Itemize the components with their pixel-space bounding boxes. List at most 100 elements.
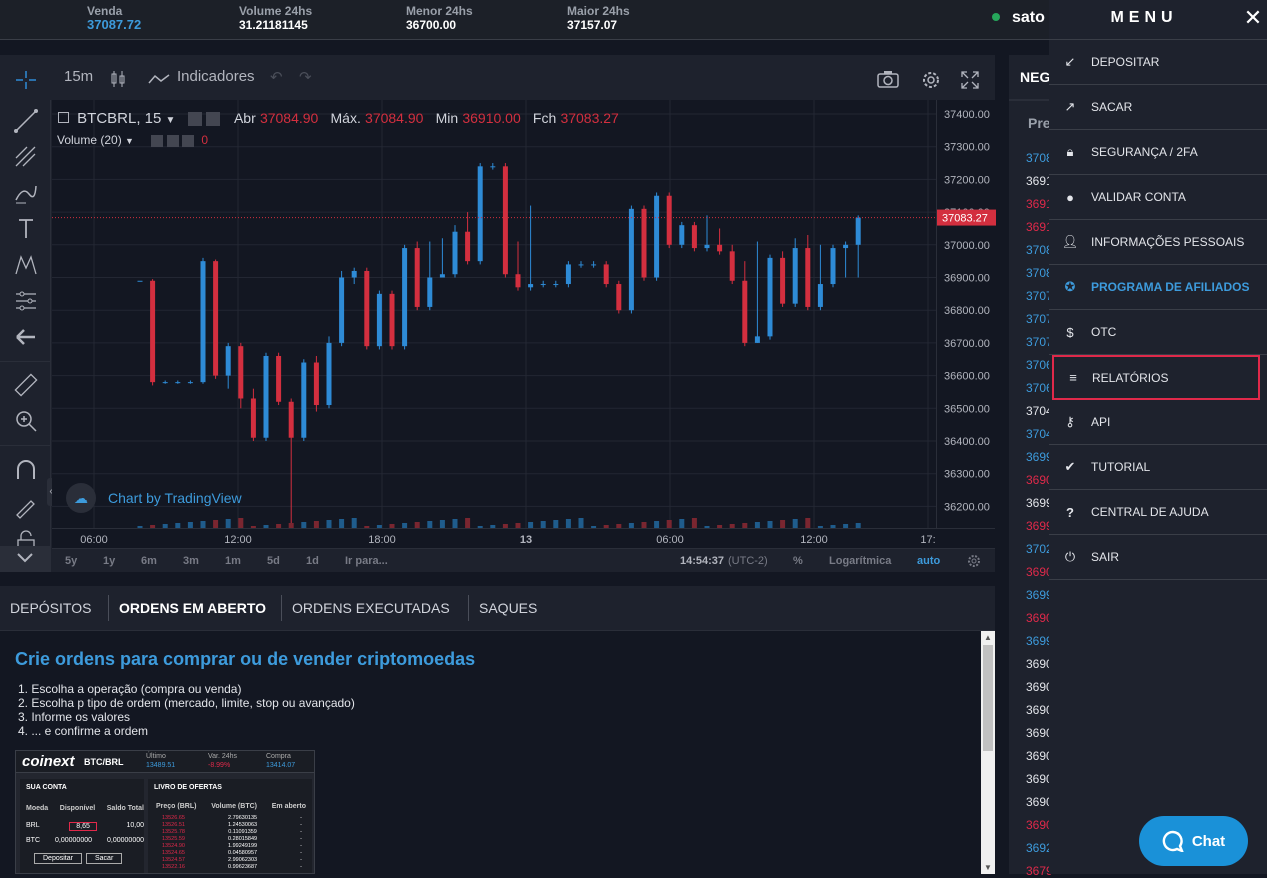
menu-item-tutorial[interactable]: ✔ TUTORIAL bbox=[1049, 445, 1267, 490]
orders-scrollbar[interactable]: ▲ ▼ bbox=[981, 631, 995, 874]
ruler-icon[interactable] bbox=[13, 372, 39, 398]
preview-depositar-button: Depositar bbox=[34, 853, 82, 864]
range-1y[interactable]: 1y bbox=[103, 555, 115, 567]
tab-ordens-executadas[interactable]: ORDENS EXECUTADAS bbox=[292, 586, 450, 631]
indicators-icon[interactable] bbox=[148, 73, 170, 85]
volume-bar bbox=[452, 519, 458, 528]
menu-item-sacar[interactable]: ↗ SACAR bbox=[1049, 85, 1267, 130]
menu-item-label: SEGURANÇA / 2FA bbox=[1091, 145, 1198, 159]
magnet-icon[interactable] bbox=[13, 457, 39, 483]
fullscreen-icon[interactable] bbox=[961, 71, 979, 89]
range-5y[interactable]: 5y bbox=[65, 555, 77, 567]
prediction-icon[interactable] bbox=[13, 288, 39, 314]
menu-item-relatórios[interactable]: ≡ RELATÓRIOS bbox=[1052, 355, 1260, 400]
tab-ordens-em-aberto[interactable]: ORDENS EM ABERTO bbox=[119, 586, 266, 631]
log-toggle[interactable]: Logarítmica bbox=[829, 555, 891, 567]
percent-toggle[interactable]: % bbox=[793, 555, 803, 567]
pattern-icon[interactable] bbox=[13, 252, 39, 278]
menu-item-api[interactable]: ⚷ API bbox=[1049, 400, 1267, 445]
chart-widget: 15m Indicadores ↶ ↷ ‹ BTCBRL, 15 ▼ Abr 3… bbox=[0, 55, 996, 572]
range-3m[interactable]: 3m bbox=[183, 555, 199, 567]
preview-col: Moeda bbox=[26, 805, 49, 812]
range-5d[interactable]: 5d bbox=[267, 555, 280, 567]
arrow-left-icon[interactable] bbox=[13, 324, 39, 350]
range-1m[interactable]: 1m bbox=[225, 555, 241, 567]
chat-button[interactable]: Chat bbox=[1139, 816, 1248, 866]
volume-bar bbox=[427, 521, 433, 528]
stat-label: Menor 24hs bbox=[406, 4, 473, 18]
zoom-icon[interactable] bbox=[13, 408, 39, 434]
candle-body bbox=[540, 284, 546, 286]
preview-sacar-button: Sacar bbox=[86, 853, 123, 864]
volume-settings-icon[interactable] bbox=[166, 134, 179, 147]
scroll-down-icon[interactable]: ▼ bbox=[984, 863, 992, 872]
text-icon[interactable] bbox=[13, 216, 39, 242]
price-tick-label: 36400.00 bbox=[944, 436, 990, 448]
tab-depositos[interactable]: DEPÓSITOS bbox=[10, 586, 91, 631]
range-6m[interactable]: 6m bbox=[141, 555, 157, 567]
preview-cell: 0.04580957 bbox=[228, 850, 258, 856]
volume-close-icon[interactable] bbox=[182, 134, 194, 147]
legend-eye-icon[interactable] bbox=[187, 112, 202, 127]
candle-body bbox=[326, 342, 332, 406]
auto-toggle[interactable]: auto bbox=[917, 555, 940, 567]
timezone[interactable]: (UTC-2) bbox=[728, 555, 768, 567]
crosshair-icon[interactable] bbox=[13, 69, 39, 91]
collapse-legend-icon[interactable] bbox=[58, 111, 69, 123]
menu-item-segurança-2fa[interactable]: 🔒︎ SEGURANÇA / 2FA bbox=[1049, 130, 1267, 175]
volume-label[interactable]: Volume (20) bbox=[57, 133, 122, 147]
collapse-toolbar-button[interactable] bbox=[0, 546, 50, 572]
close-icon[interactable]: ✕ bbox=[1239, 0, 1267, 40]
symbol-label[interactable]: BTCBRL, 15 bbox=[77, 110, 161, 127]
settings-icon[interactable] bbox=[920, 69, 942, 91]
candle-body bbox=[213, 261, 219, 376]
tradingview-watermark[interactable]: ☁ Chart by TradingView bbox=[66, 483, 242, 513]
time-axis[interactable]: 06:00 12:00 18:00 13 06:00 12:00 17: bbox=[52, 528, 995, 548]
undo-icon[interactable]: ↶ bbox=[270, 68, 283, 86]
lock-drawing-icon[interactable] bbox=[13, 493, 39, 519]
range-1d[interactable]: 1d bbox=[306, 555, 319, 567]
scroll-up-icon[interactable]: ▲ bbox=[984, 633, 992, 642]
volume-dropdown-icon[interactable]: ▼ bbox=[125, 136, 134, 146]
volume-eye-icon[interactable] bbox=[151, 134, 164, 147]
symbol-dropdown-icon[interactable]: ▼ bbox=[166, 115, 176, 126]
candles-icon[interactable] bbox=[110, 70, 126, 88]
fib-icon[interactable] bbox=[13, 144, 39, 170]
menu-item-validar-conta[interactable]: ● VALIDAR CONTA bbox=[1049, 175, 1267, 220]
menu-item-depositar[interactable]: ↙ DEPOSITAR bbox=[1049, 40, 1267, 85]
menu-item-programa-de-afiliados[interactable]: ✪ PROGRAMA DE AFILIADOS bbox=[1049, 265, 1267, 310]
preview-cell: 13525.78 bbox=[162, 829, 185, 835]
tab-divider bbox=[468, 595, 469, 621]
preview-cell: 13526.51 bbox=[162, 822, 185, 828]
preview-book-rows: 13526.65 2.79630135-13526.51 1.24530063-13… bbox=[162, 815, 302, 871]
menu-item-central-de-ajuda[interactable]: ? CENTRAL DE AJUDA bbox=[1049, 490, 1267, 535]
redo-icon[interactable]: ↷ bbox=[299, 68, 312, 86]
trades-header[interactable]: NEG bbox=[1020, 69, 1050, 85]
goto-date-button[interactable]: Ir para... bbox=[345, 555, 388, 567]
preview-cell: 0.28015849 bbox=[228, 836, 258, 842]
interval-button[interactable]: 15m bbox=[64, 68, 93, 85]
low-value: 36910.00 bbox=[462, 110, 521, 126]
step-item: 1. Escolha a operação (compra ou venda) bbox=[18, 682, 242, 696]
indicators-button[interactable]: Indicadores bbox=[177, 68, 255, 85]
chart-plot-area[interactable]: BTCBRL, 15 ▼ Abr 37084.90 Máx. 37084.90 … bbox=[52, 100, 936, 528]
menu-item-sair[interactable]: ⏻ SAIR bbox=[1049, 535, 1267, 580]
tab-saques[interactable]: SAQUES bbox=[479, 586, 537, 631]
power-icon: ⏻ bbox=[1064, 549, 1076, 564]
trend-line-icon[interactable] bbox=[13, 108, 39, 134]
gear-icon[interactable] bbox=[967, 554, 981, 568]
legend-settings-icon[interactable] bbox=[205, 112, 220, 127]
user-name[interactable]: sato bbox=[1012, 9, 1045, 27]
camera-icon[interactable] bbox=[877, 70, 899, 88]
preview-account-row: BTC 0,00000000 0,00000000 bbox=[26, 837, 144, 844]
price-axis[interactable]: 37400.0037300.0037200.0037100.0037000.00… bbox=[936, 100, 996, 528]
menu-item-informações-pessoais[interactable]: 👤︎ INFORMAÇÕES PESSOAIS bbox=[1049, 220, 1267, 265]
candle-body bbox=[679, 225, 685, 245]
volume-bar bbox=[578, 518, 584, 528]
scroll-thumb[interactable] bbox=[983, 645, 993, 751]
preview-cell: - bbox=[300, 822, 302, 828]
menu-item-otc[interactable]: $ OTC bbox=[1049, 310, 1267, 355]
brush-icon[interactable] bbox=[13, 180, 39, 206]
preview-cell: 13522.16 bbox=[162, 864, 185, 870]
preview-compra-value: 13414.07 bbox=[266, 762, 296, 769]
